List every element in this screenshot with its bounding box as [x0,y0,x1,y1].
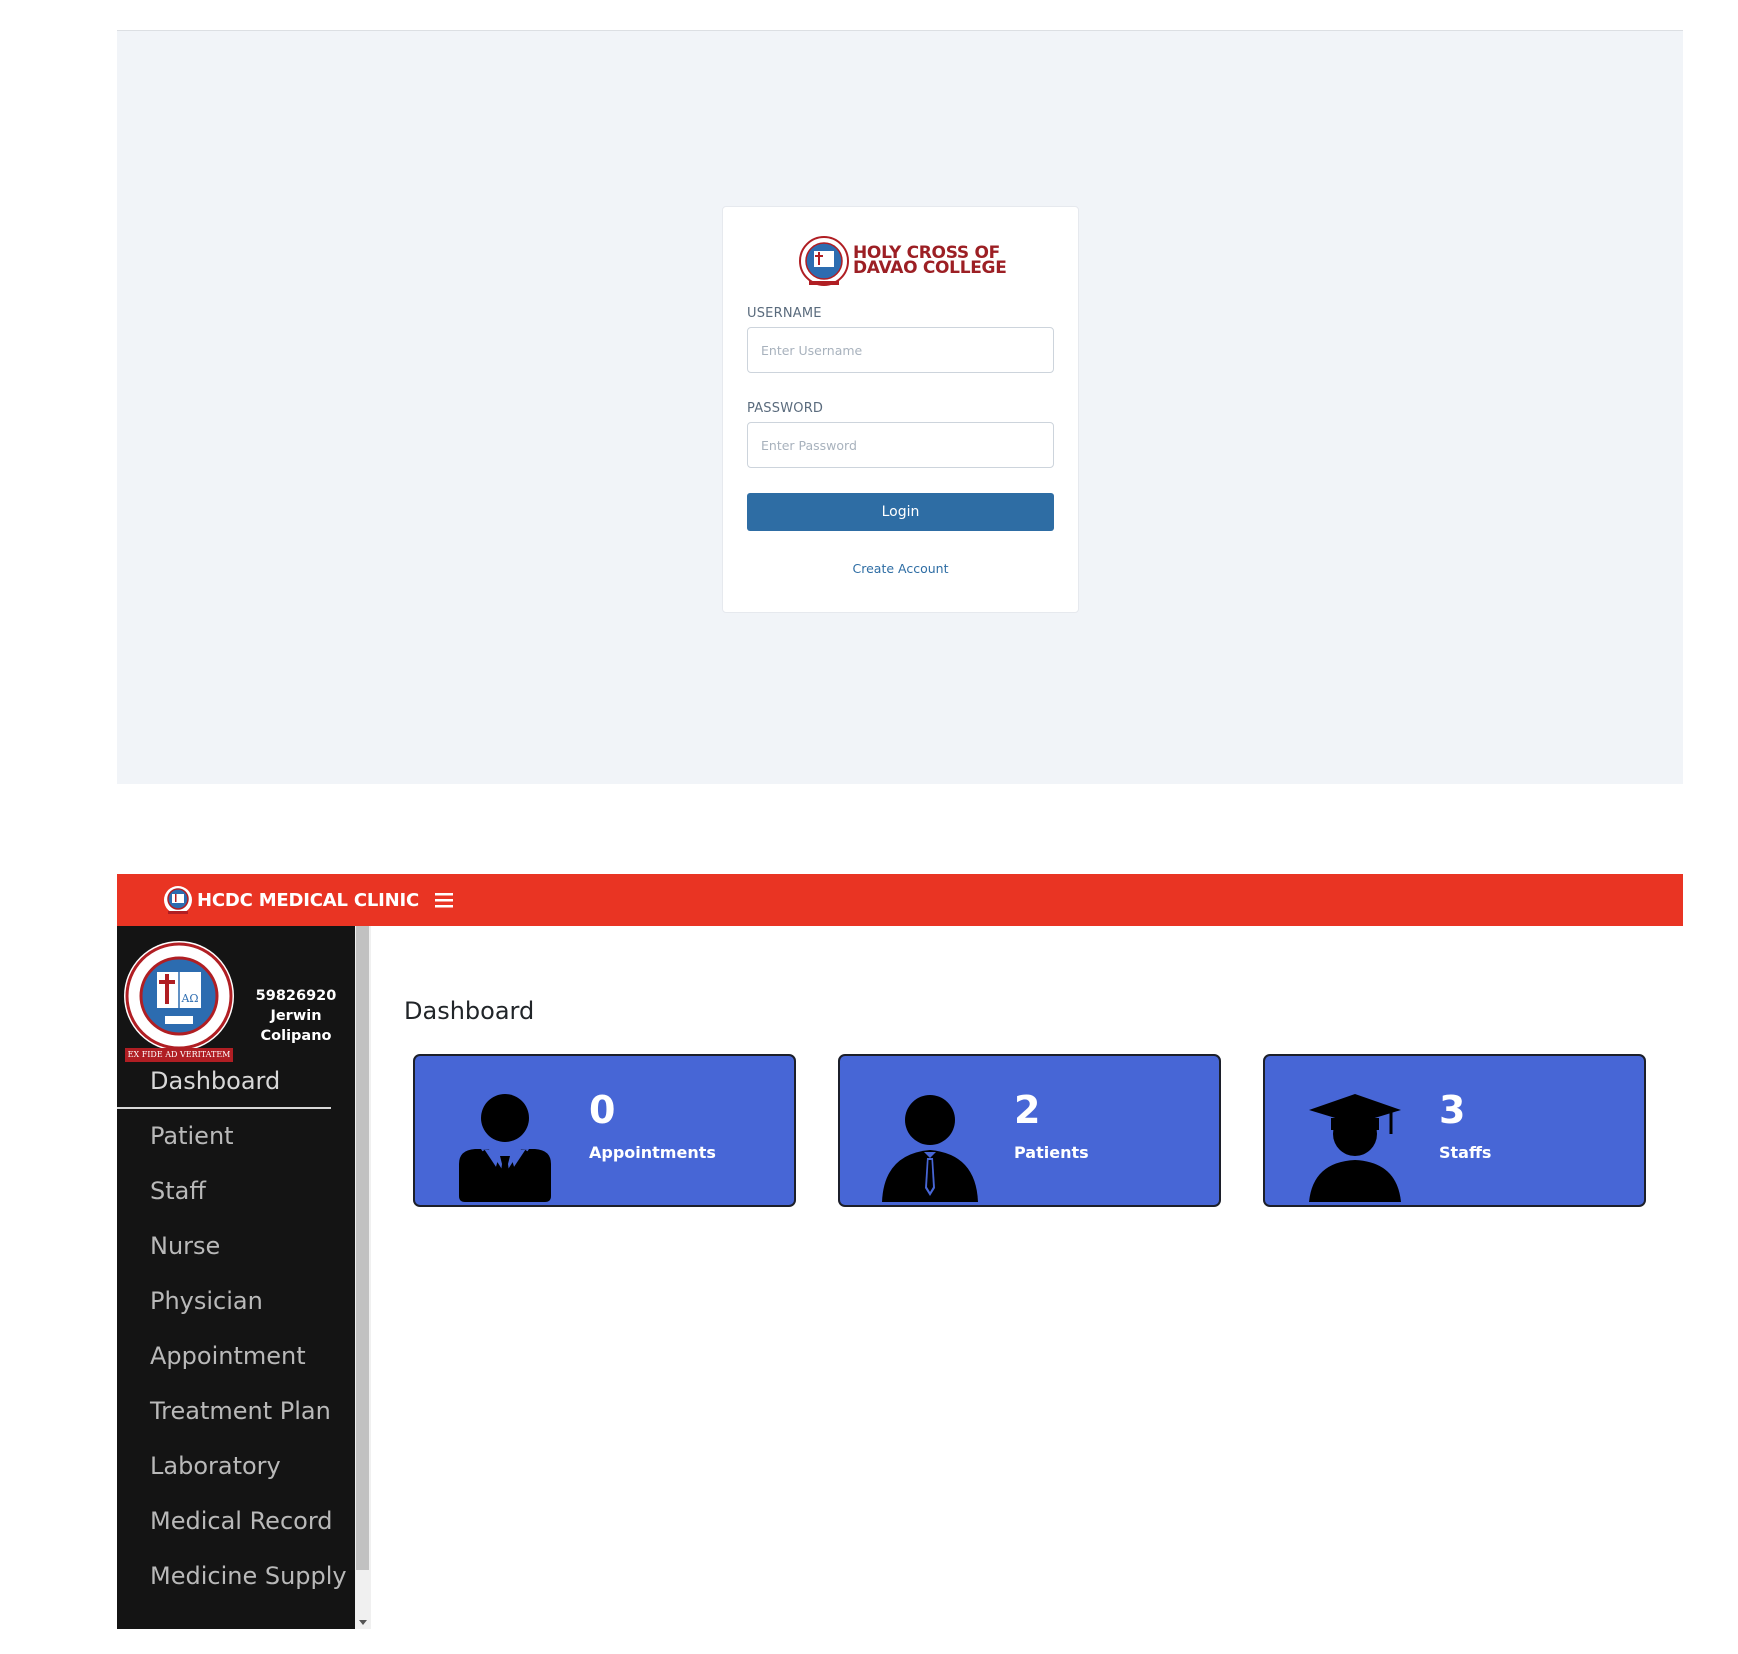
login-screen: HOLY CROSS OF DAVAO COLLEGE USERNAME PAS… [117,30,1683,784]
sidebar-item-laboratory[interactable]: Laboratory [117,1439,355,1494]
businessman-icon [459,1094,551,1202]
sidebar-item-staff[interactable]: Staff [117,1164,355,1219]
login-card: HOLY CROSS OF DAVAO COLLEGE USERNAME PAS… [722,206,1079,613]
patients-count: 2 [1014,1088,1041,1132]
username-input[interactable] [747,327,1054,373]
app-title: HCDC MEDICAL CLINIC [197,889,419,911]
page-title: Dashboard [404,997,535,1025]
svg-text:AΩ: AΩ [180,992,198,1005]
user-first-name: Jerwin [270,1008,322,1024]
person-tie-icon [882,1095,978,1202]
sidebar-item-dashboard[interactable]: Dashboard [117,1054,331,1109]
graduate-icon [1309,1094,1401,1202]
dashboard-screen: HCDC MEDICAL CLINIC AΩ EX FIDE AD VERITA… [117,874,1683,1629]
user-id: 59826920 [255,988,337,1004]
sidebar-item-medical-record[interactable]: Medical Record [117,1494,355,1549]
user-profile: AΩ EX FIDE AD VERITATEM 59826920 Jerwin … [123,940,355,1066]
scroll-down-arrow-icon[interactable] [359,1620,367,1625]
college-seal-icon [799,236,849,286]
college-seal-icon: AΩ [124,941,234,1051]
password-label: PASSWORD [747,401,824,416]
login-button[interactable]: Login [747,493,1054,531]
sidebar-item-patient[interactable]: Patient [117,1109,355,1164]
staffs-count: 3 [1439,1088,1466,1132]
sidebar-item-treatment-plan[interactable]: Treatment Plan [117,1384,355,1439]
hamburger-menu-icon[interactable] [434,892,453,908]
patients-card[interactable]: 2 Patients [838,1054,1221,1207]
scrollbar-thumb[interactable] [356,926,369,1570]
top-navbar: HCDC MEDICAL CLINIC [117,874,1683,926]
sidebar-scrollbar[interactable] [355,926,371,1629]
sidebar-item-nurse[interactable]: Nurse [117,1219,355,1274]
appointments-count: 0 [589,1088,616,1132]
staffs-card[interactable]: 3 Staffs [1263,1054,1646,1207]
sidebar-item-medicine-supply[interactable]: Medicine Supply [117,1549,355,1604]
sidebar-nav: Dashboard Patient Staff Nurse Physician … [117,1054,355,1604]
password-input[interactable] [747,422,1054,468]
brand-text: HOLY CROSS OF DAVAO COLLEGE [853,245,1007,278]
appointments-label: Appointments [589,1143,716,1162]
user-last-name: Colipano [260,1028,332,1044]
sidebar-item-appointment[interactable]: Appointment [117,1329,355,1384]
sidebar-item-physician[interactable]: Physician [117,1274,355,1329]
clinic-logo-icon [164,886,192,914]
user-info: 59826920 Jerwin Colipano [255,986,337,1046]
staffs-label: Staffs [1439,1143,1492,1162]
brand-line-2: DAVAO COLLEGE [853,258,1007,278]
create-account-link[interactable]: Create Account [723,561,1078,576]
sidebar: AΩ EX FIDE AD VERITATEM 59826920 Jerwin … [117,926,355,1629]
brand-logo: HOLY CROSS OF DAVAO COLLEGE [799,233,1007,289]
patients-label: Patients [1014,1143,1089,1162]
username-label: USERNAME [747,306,822,321]
appointments-card[interactable]: 0 Appointments [413,1054,796,1207]
